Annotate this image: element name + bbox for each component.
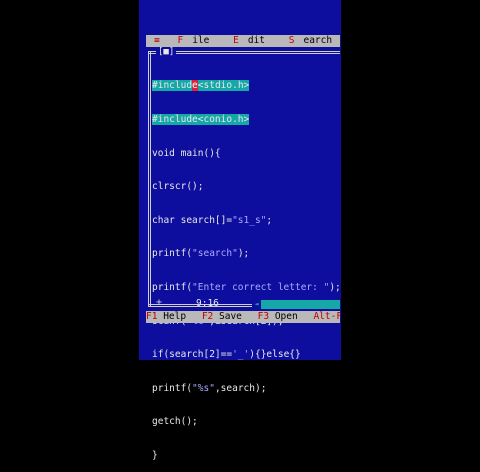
code-line: if(search[2]=='_'){}else{} — [152, 349, 301, 361]
text-cursor: e — [192, 80, 198, 92]
f1-help-button[interactable]: F1 Help — [146, 311, 186, 323]
horizontal-scrollbar[interactable]: ◄ — [252, 300, 340, 309]
code-line: #include<conio.h> — [152, 114, 250, 125]
function-key-bar: F1 Help F2 Save F3 Open Alt-F9 — [146, 311, 340, 323]
window-top-border — [148, 51, 340, 54]
menu-file[interactable]: File — [177, 35, 218, 47]
code-line: } — [152, 449, 158, 461]
window-corner-marker: + — [156, 297, 163, 308]
code-line: void main(){ — [152, 147, 221, 159]
menu-bar: ≡ File Edit Search Run Comp — [146, 35, 340, 47]
code-line: getch(); — [152, 416, 198, 428]
code-line: clrscr(); — [152, 181, 204, 193]
menu-search[interactable]: Search — [289, 35, 340, 47]
alt-f9-button[interactable]: Alt-F9 — [313, 311, 340, 323]
menu-edit[interactable]: Edit — [233, 35, 274, 47]
system-menu-icon[interactable]: ≡ — [154, 35, 160, 47]
code-line: printf("search"); — [152, 248, 250, 260]
f3-open-button[interactable]: F3 Open — [258, 311, 298, 323]
code-line: char search[]="s1_s"; — [152, 214, 273, 226]
cursor-position: 9:16 — [196, 298, 219, 309]
status-line: + 9:16 ◄ — [152, 297, 340, 310]
code-area[interactable]: #include<stdio.h> #include<conio.h> void… — [152, 58, 340, 472]
code-line: printf("Enter correct letter: "); — [152, 281, 340, 293]
window-left-border — [148, 51, 151, 307]
scroll-left-arrow-icon[interactable]: ◄ — [252, 300, 261, 309]
code-line: #include<stdio.h> — [152, 80, 250, 92]
code-line: printf("%s",search); — [152, 382, 267, 394]
f2-save-button[interactable]: F2 Save — [202, 311, 242, 323]
window-close-button[interactable]: [■] — [156, 47, 177, 57]
